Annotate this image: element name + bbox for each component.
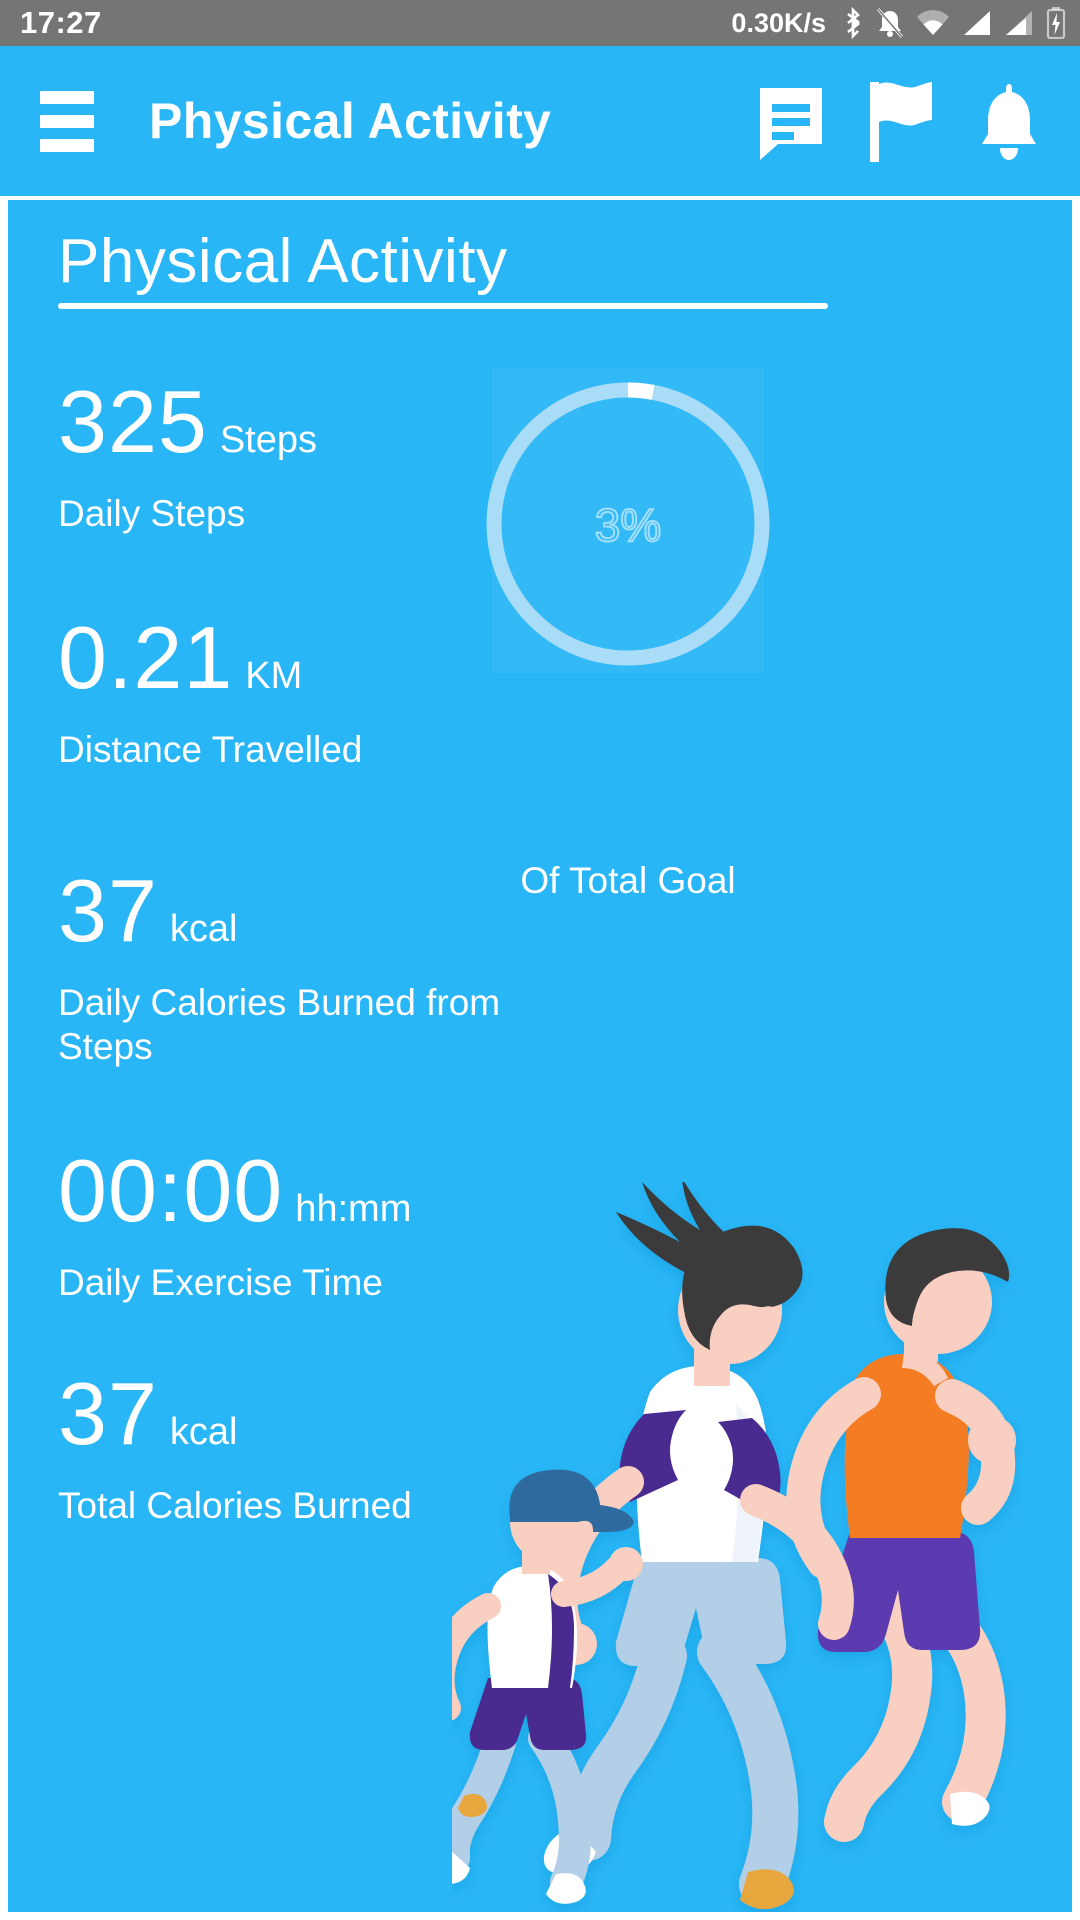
woman-rear-hand (555, 1623, 597, 1665)
stat-value: 00:00 (58, 1140, 284, 1240)
flag-button[interactable] (866, 80, 936, 162)
stat-total-calories-burned: 37 kcal Total Calories Burned (58, 1370, 528, 1528)
app-bar-actions (752, 80, 1046, 162)
child-hand (609, 1547, 643, 1581)
stat-daily-exercise-time: 00:00 hh:mm Daily Exercise Time (58, 1140, 528, 1305)
bell-icon (982, 84, 1036, 160)
runner-woman (543, 1182, 854, 1910)
runner-child (452, 1469, 643, 1904)
stat-label: Distance Travelled (58, 728, 363, 770)
signal-icon (1006, 11, 1032, 35)
goal-progress-ring: 3% Of Total Goal (478, 368, 778, 901)
stat-value: 325 (58, 372, 208, 471)
wifi-icon (917, 10, 949, 35)
silent-bell-icon (876, 8, 904, 38)
goal-percent-label: 3% (594, 498, 662, 552)
stat-unit: Steps (219, 419, 317, 461)
bluetooth-icon (847, 7, 861, 39)
status-bar: 17:27 0.30K/s (0, 0, 1080, 46)
stat-unit: kcal (169, 1411, 238, 1454)
page-title: Physical Activity (58, 227, 508, 296)
stat-label: Daily Calories Burned from Steps (58, 982, 501, 1067)
stat-unit: KM (245, 654, 303, 697)
physical-activity-card: Physical Activity 325 Steps Daily Steps … (8, 200, 1072, 1912)
chat-message-icon (760, 88, 822, 160)
running-family-illustration (452, 1182, 1016, 1910)
hamburger-bar (40, 138, 94, 152)
hamburger-bar (40, 90, 94, 104)
hamburger-bar (40, 114, 94, 128)
status-bar-icons: 0.30K/s (731, 7, 1066, 39)
app-bar: Physical Activity (0, 46, 1080, 196)
stat-label: Daily Steps (58, 493, 246, 534)
stat-value-row: 37 kcal (58, 1370, 528, 1458)
stat-label: Total Calories Burned (58, 1485, 412, 1527)
title-divider (58, 303, 828, 309)
runner-man (786, 1228, 1016, 1842)
stat-unit: hh:mm (295, 1187, 412, 1230)
stat-daily-steps: 325 Steps Daily Steps (58, 378, 528, 536)
stat-value-row: 00:00 hh:mm (58, 1140, 528, 1240)
goal-caption: Of Total Goal (520, 860, 736, 901)
status-bar-clock: 17:27 (20, 5, 102, 40)
flag-icon (870, 82, 932, 162)
messages-button[interactable] (752, 82, 830, 160)
signal-icon (964, 11, 990, 35)
stat-value-row: 325 Steps (58, 378, 528, 466)
stat-value-row: 0.21 KM (58, 607, 528, 707)
stat-value: 0.21 (58, 607, 234, 707)
man-fist (968, 1416, 1016, 1464)
stats-list: 325 Steps Daily Steps 0.21 KM Distance T… (58, 378, 528, 1528)
stat-label: Daily Exercise Time (58, 1261, 383, 1303)
stat-distance-travelled: 0.21 KM Distance Travelled (58, 607, 528, 772)
hamburger-menu-icon[interactable] (40, 90, 94, 152)
stat-unit: kcal (169, 908, 238, 951)
battery-charging-icon (1046, 7, 1066, 39)
app-bar-title: Physical Activity (149, 93, 552, 149)
network-speed-indicator: 0.30K/s (731, 7, 826, 38)
stat-value: 37 (58, 1364, 158, 1464)
stat-value: 37 (58, 861, 158, 961)
notifications-button[interactable] (972, 80, 1046, 162)
